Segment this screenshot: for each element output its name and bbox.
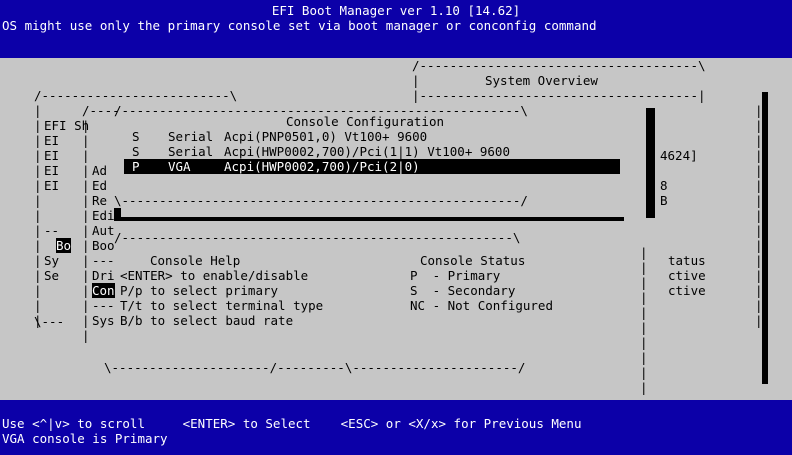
system-overview-status: ctive	[668, 268, 706, 283]
boot-menu-item[interactable]: EI	[44, 133, 59, 148]
console-help-title: Console Help	[150, 253, 241, 268]
console-entry-name[interactable]: VGA	[168, 159, 191, 174]
submenu-item[interactable]: Ed	[92, 178, 107, 193]
console-status-line: NC - Not Configured	[410, 298, 553, 313]
console-entry-path[interactable]: Acpi(HWP0002,700)/Pci(1|1) Vt100+ 9600	[224, 144, 510, 159]
console-help-line: <ENTER> to enable/disable	[120, 268, 309, 283]
header-title: EFI Boot Manager ver 1.10 [14.62]	[271, 3, 521, 18]
system-overview-rule: |-------------------------------------|	[412, 88, 706, 103]
boot-menu-item: --	[44, 223, 60, 238]
system-overview-frame-top: /-------------------------------------\	[412, 58, 706, 73]
footer-status: VGA console is Primary	[2, 431, 168, 446]
console-entry-flag: S	[132, 129, 140, 144]
console-status-title: Console Status	[420, 253, 526, 268]
system-overview-value: B	[660, 193, 668, 208]
submenu-item: ---	[92, 298, 115, 313]
system-overview-left: |	[412, 73, 420, 88]
header-subtitle: OS might use only the primary console se…	[2, 18, 597, 33]
submenu-frame-left: | | | | | | | | | | | | | | |	[82, 118, 90, 343]
console-help-line: T/t to select terminal type	[120, 298, 324, 313]
submenu-item-selected[interactable]: Con	[92, 283, 115, 298]
boot-menu-item[interactable]: EI	[44, 163, 59, 178]
footer-hints: Use <^|v> to scroll <ENTER> to Select <E…	[2, 416, 582, 431]
boot-menu-item[interactable]: EI	[44, 178, 59, 193]
console-entry-path[interactable]: Acpi(HWP0002,700)/Pci(2|0)	[224, 159, 420, 174]
submenu-item[interactable]: Aut	[92, 223, 115, 238]
submenu-item[interactable]: Sys	[92, 313, 115, 328]
console-entry-flag: P	[132, 159, 140, 174]
header-bar: EFI Boot Manager ver 1.10 [14.62] OS mig…	[0, 0, 792, 58]
submenu-item[interactable]: Re	[92, 193, 107, 208]
console-help-line: P/p to select primary	[120, 283, 279, 298]
console-status-line: S - Secondary	[410, 283, 516, 298]
system-overview-value: 4624]	[660, 148, 698, 163]
console-help-frame-right: | | | | | | | | | |	[640, 245, 648, 395]
boot-menu-item[interactable]: EI	[44, 148, 59, 163]
console-entry-path[interactable]: Acpi(PNP0501,0) Vt100+ 9600	[224, 129, 427, 144]
efi-screen: EFI Boot Manager ver 1.10 [14.62] OS mig…	[0, 0, 792, 455]
boot-menu-item[interactable]: Se	[44, 268, 59, 283]
console-help-frame-bottom: \---------------------/---------\-------…	[104, 360, 526, 375]
system-overview-status: ctive	[668, 283, 706, 298]
system-overview-shadow	[762, 92, 768, 384]
system-overview-title: System Overview	[485, 73, 598, 88]
console-entry-name[interactable]: Serial	[168, 144, 213, 159]
system-overview-status: tatus	[668, 253, 706, 268]
console-entry-flag: S	[132, 144, 140, 159]
submenu-item[interactable]: Dri	[92, 268, 115, 283]
console-configuration-shadow	[646, 108, 655, 218]
boot-menu-frame-bottom: \---	[34, 314, 65, 329]
submenu-item[interactable]: Boo	[92, 238, 115, 253]
submenu-item[interactable]: Ad	[92, 163, 107, 178]
boot-menu-frame-left: | | | | | | | | | | | | | | |	[34, 103, 42, 328]
boot-menu-item-selected[interactable]: Bo	[56, 238, 72, 253]
console-entry-name[interactable]: Serial	[168, 129, 213, 144]
submenu-item: ---	[92, 253, 115, 268]
console-configuration-title: Console Configuration	[285, 114, 445, 129]
system-overview-value: 8	[660, 178, 668, 193]
boot-menu-item[interactable]: Sy	[44, 253, 59, 268]
console-status-line: P - Primary	[410, 268, 501, 283]
boot-menu-frame-top: /-------------------------\	[34, 88, 238, 103]
console-help-line: B/b to select baud rate	[120, 313, 294, 328]
console-help-frame-top: /---------------------------------------…	[114, 230, 521, 245]
footer-bar: Use <^|v> to scroll <ENTER> to Select <E…	[0, 400, 792, 455]
console-configuration-frame-bottom: \---------------------------------------…	[114, 193, 528, 208]
